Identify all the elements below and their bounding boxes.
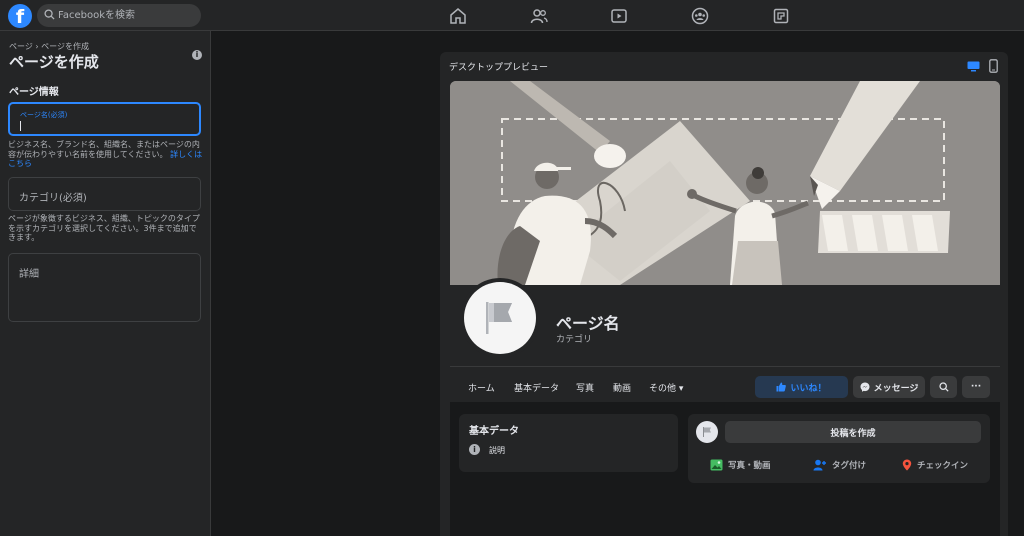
- home-icon[interactable]: [449, 7, 467, 25]
- divider: [450, 366, 1000, 367]
- search-icon: [938, 382, 949, 392]
- location-pin-icon: [902, 459, 912, 471]
- thumbs-up-icon: [776, 382, 787, 392]
- section-title: ページ情報: [9, 87, 59, 98]
- create-post-button[interactable]: 投稿を作成: [725, 421, 981, 443]
- search-box[interactable]: [37, 4, 201, 27]
- top-bar: f: [0, 0, 1024, 31]
- message-button[interactable]: メッセージ: [853, 376, 925, 398]
- tab-about[interactable]: 基本データ: [514, 381, 559, 394]
- page-name-preview: ページ名: [556, 314, 620, 333]
- page-name-label: ページ名(必須): [20, 111, 68, 119]
- facebook-logo[interactable]: f: [8, 4, 32, 28]
- preview-title: デスクトッププレビュー: [449, 63, 549, 73]
- tag-people-icon: [813, 459, 826, 471]
- info-circle-icon: i: [469, 444, 480, 455]
- photo-video-action[interactable]: 写真・動画: [710, 459, 771, 471]
- check-in-label: チェックイン: [917, 461, 969, 471]
- message-label: メッセージ: [873, 383, 919, 394]
- category-preview: カテゴリ: [556, 335, 593, 345]
- tag-people-label: タグ付け: [832, 461, 867, 471]
- groups-icon[interactable]: [691, 7, 709, 25]
- photo-video-label: 写真・動画: [728, 461, 771, 471]
- more-options-button[interactable]: ···: [962, 376, 990, 398]
- category-help: ページが象徴するビジネス、組織、トピックのタイプを示すカテゴリを選択してください…: [8, 214, 200, 242]
- check-in-action[interactable]: チェックイン: [902, 459, 968, 471]
- text-caret: [20, 121, 21, 131]
- friends-icon[interactable]: [530, 7, 548, 25]
- category-placeholder: カテゴリ(必須): [19, 193, 87, 204]
- category-field[interactable]: カテゴリ(必須): [8, 177, 201, 211]
- details-placeholder: 詳細: [19, 269, 39, 280]
- search-input[interactable]: [58, 4, 196, 27]
- watch-icon[interactable]: [610, 7, 628, 25]
- desktop-icon[interactable]: [967, 61, 980, 72]
- mobile-icon[interactable]: [989, 59, 998, 73]
- about-card: 基本データ i 説明: [459, 414, 678, 472]
- more-options-label: ···: [970, 382, 982, 392]
- flag-icon: [703, 427, 711, 437]
- tab-home[interactable]: ホーム: [468, 381, 495, 394]
- gaming-icon[interactable]: [772, 7, 790, 25]
- tab-more[interactable]: その他 ▾: [649, 381, 683, 394]
- messenger-icon: [860, 382, 870, 392]
- photo-icon: [710, 459, 723, 471]
- create-post-card: 投稿を作成 写真・動画 タグ付け チェックイン: [688, 414, 990, 483]
- tab-videos[interactable]: 動画: [613, 381, 631, 394]
- flag-icon: [486, 302, 512, 334]
- tab-photos[interactable]: 写真: [576, 381, 594, 394]
- tag-people-action[interactable]: タグ付け: [813, 459, 866, 471]
- details-field[interactable]: 詳細: [8, 253, 201, 322]
- avatar: [696, 421, 718, 443]
- like-button[interactable]: いいね！: [755, 376, 848, 398]
- profile-picture[interactable]: [464, 282, 536, 354]
- page-title: ページを作成: [9, 53, 99, 71]
- create-page-sidebar: ページ › ページを作成 ページを作成 i ページ情報 ページ名(必須) ビジネ…: [0, 31, 211, 536]
- like-label: いいね！: [790, 383, 827, 394]
- search-page-button[interactable]: [930, 376, 957, 398]
- about-title: 基本データ: [469, 426, 519, 437]
- cover-photo[interactable]: [450, 81, 1000, 285]
- page-name-field[interactable]: ページ名(必須): [8, 102, 201, 136]
- info-icon[interactable]: i: [192, 50, 202, 60]
- about-description: 説明: [489, 446, 505, 455]
- cover-illustration: [450, 81, 1000, 285]
- search-icon: [44, 9, 55, 20]
- desktop-preview: デスクトッププレビュー ページ名 カテゴリ ホーム 基本データ 写真 動画 その…: [440, 52, 1008, 536]
- page-name-help: ビジネス名、ブランド名、組織名、またはページの内容が伝わりやすい名前を使用してく…: [8, 140, 204, 169]
